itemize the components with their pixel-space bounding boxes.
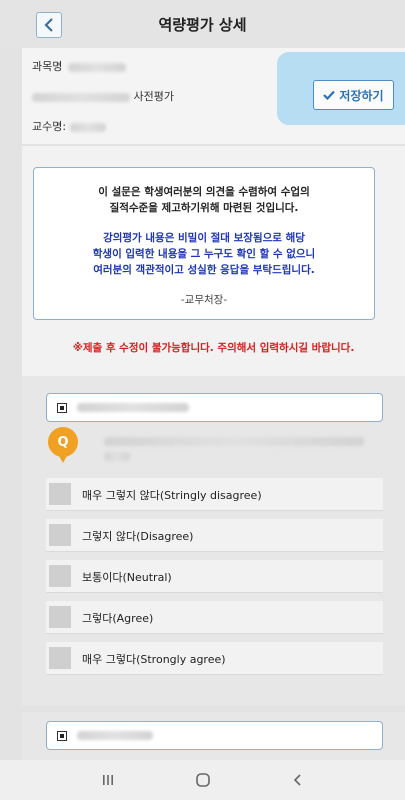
question-category-box xyxy=(46,393,383,422)
pretest-row: 사전평가 xyxy=(32,88,174,104)
notice-signature: -교무처장- xyxy=(180,294,228,306)
answer-option[interactable]: 보통이다(Neutral) xyxy=(46,560,383,593)
professor-value-redacted xyxy=(69,122,106,132)
page-title: 역량평가 상세 xyxy=(158,15,247,34)
answer-option[interactable]: 매우 그렇다(Strongly agree) xyxy=(46,642,383,675)
question-text-redacted-2 xyxy=(104,452,130,461)
question-text-redacted-1 xyxy=(104,437,364,446)
system-navigation-bar xyxy=(0,760,405,800)
question-category-box-2 xyxy=(46,721,383,750)
home-icon xyxy=(195,773,210,787)
checkmark-icon xyxy=(323,90,336,100)
notice-blue-line-1: 강의평가 내용은 비밀이 절대 보장됨으로 해당 xyxy=(103,232,305,244)
option-checkbox[interactable] xyxy=(49,647,71,669)
question-badge-icon: Q xyxy=(48,427,78,463)
chevron-left-icon xyxy=(44,18,53,32)
option-label: 매우 그렇지 않다(Stringly disagree) xyxy=(82,489,262,502)
save-button-label: 저장하기 xyxy=(339,88,384,103)
notice-box: 이 설문은 학생여러분의 의견을 수렴하여 수업의 질적수준을 제고하기위해 마… xyxy=(33,167,375,320)
answer-option[interactable]: 매우 그렇지 않다(Stringly disagree) xyxy=(46,478,383,511)
back-arrow-icon xyxy=(293,774,301,786)
subject-row: 과목명 xyxy=(32,58,126,74)
option-label: 그렇지 않다(Disagree) xyxy=(82,530,194,543)
option-checkbox[interactable] xyxy=(49,565,71,587)
recent-apps-button[interactable] xyxy=(93,768,123,792)
professor-row: 교수명: xyxy=(32,118,106,134)
home-button[interactable] xyxy=(188,768,218,792)
notice-line-1: 이 설문은 학생여러분의 의견을 수렴하여 수업의 xyxy=(98,186,310,198)
category-title-redacted xyxy=(77,731,153,740)
category-title-redacted xyxy=(77,403,189,412)
option-checkbox[interactable] xyxy=(49,524,71,546)
option-checkbox[interactable] xyxy=(49,606,71,628)
back-nav-button[interactable] xyxy=(283,768,313,792)
option-label: 매우 그렇다(Strongly agree) xyxy=(82,653,226,666)
submission-warning: ※제출 후 수정이 불가능합니다. 주의해서 입력하시길 바랍니다. xyxy=(72,342,355,354)
professor-label: 교수명: xyxy=(32,120,67,133)
save-button[interactable]: 저장하기 xyxy=(313,80,394,110)
option-label: 보통이다(Neutral) xyxy=(82,571,172,584)
notice-blue-line-3: 여러분의 객관적이고 성실한 응답을 부탁드립니다. xyxy=(93,264,315,276)
answer-option[interactable]: 그렇지 않다(Disagree) xyxy=(46,519,383,552)
app-header: 역량평가 상세 xyxy=(0,0,405,48)
category-marker-icon xyxy=(57,731,67,741)
back-button[interactable] xyxy=(36,12,62,38)
term-value-redacted xyxy=(32,92,130,102)
recent-apps-icon xyxy=(102,775,113,785)
subject-value-redacted xyxy=(67,62,126,72)
notice-blue-line-2: 학생이 입력한 내용을 그 누구도 확인 할 수 없으니 xyxy=(92,248,316,260)
category-marker-icon xyxy=(57,403,67,413)
answer-option[interactable]: 그렇다(Agree) xyxy=(46,601,383,634)
pretest-label: 사전평가 xyxy=(133,90,174,103)
subject-label: 과목명 xyxy=(32,60,63,73)
option-label: 그렇다(Agree) xyxy=(82,612,154,625)
notice-line-2: 질적수준을 제고하기위해 마련된 것입니다. xyxy=(109,202,299,214)
option-checkbox[interactable] xyxy=(49,483,71,505)
